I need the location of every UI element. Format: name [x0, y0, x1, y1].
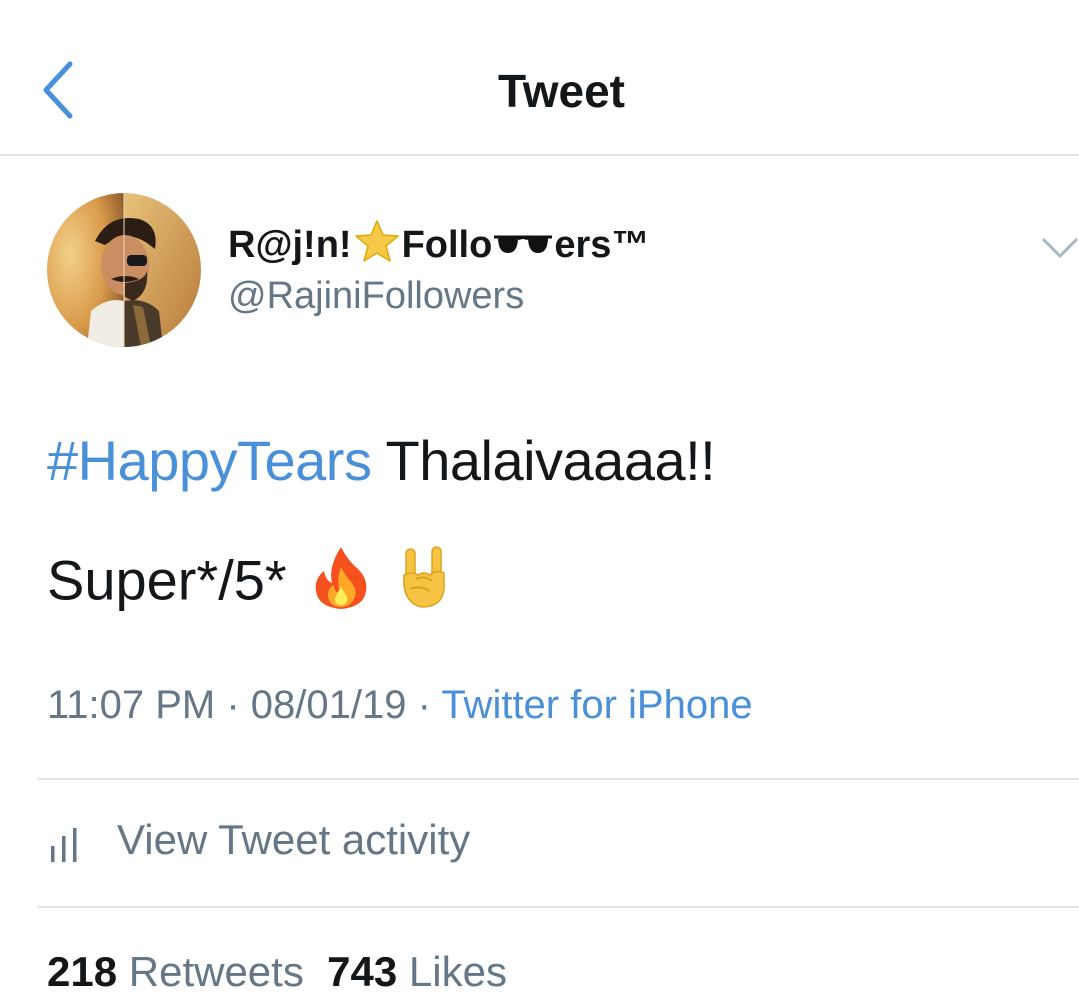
retweets-stat[interactable]: 218 Retweets: [47, 948, 304, 995]
tweet-text-line-2: Super*/5*: [47, 545, 452, 624]
divider: [37, 778, 1079, 780]
chevron-down-icon: [1042, 238, 1078, 258]
avatar-image: [47, 193, 201, 347]
tweet-time: 11:07 PM: [47, 683, 216, 727]
divider-2: [37, 906, 1079, 908]
tweet-text-line-1: #HappyTears Thalaivaaaa!!: [47, 428, 716, 493]
star-emoji: [354, 220, 399, 262]
tweet-date: 08/01/19: [250, 683, 407, 727]
likes-count: 743: [327, 948, 398, 995]
tweet-meta: 11:07 PM · 08/01/19 · Twitter for iPhone: [47, 683, 753, 728]
bar-chart-icon: [51, 828, 77, 862]
user-handle[interactable]: @RajiniFollowers: [228, 275, 524, 318]
display-name[interactable]: R@j!n! Follo ers™: [228, 219, 649, 267]
more-options-button[interactable]: [1040, 232, 1079, 266]
fire-emoji: [310, 545, 372, 624]
meta-separator: ·: [215, 683, 251, 727]
tweet-text: Thalaivaaaa!!: [371, 429, 716, 492]
display-name-part1: R@j!n!: [228, 224, 352, 266]
retweets-label: Retweets: [128, 948, 304, 995]
display-name-part3: ers™: [554, 224, 650, 266]
meta-separator-2: ·: [406, 683, 442, 727]
activity-label: View Tweet activity: [117, 816, 471, 863]
nav-bar: Tweet: [0, 0, 1079, 156]
avatar[interactable]: [47, 193, 201, 347]
display-name-part2: Follo: [401, 224, 493, 266]
tweet-text-2: Super*/5*: [47, 548, 287, 612]
view-tweet-activity-button[interactable]: View Tweet activity: [47, 812, 747, 872]
likes-label: Likes: [408, 948, 507, 995]
sign-of-the-horns-emoji: [396, 545, 452, 624]
sunglasses-emoji: [494, 235, 553, 253]
tweet-stats: 218 Retweets 743 Likes: [47, 948, 507, 996]
retweets-count: 218: [47, 948, 118, 995]
hashtag-link[interactable]: #HappyTears: [47, 429, 372, 492]
likes-stat[interactable]: 743 Likes: [327, 948, 507, 995]
tweet-source-link[interactable]: Twitter for iPhone: [441, 683, 752, 727]
page-title: Tweet: [498, 65, 625, 117]
